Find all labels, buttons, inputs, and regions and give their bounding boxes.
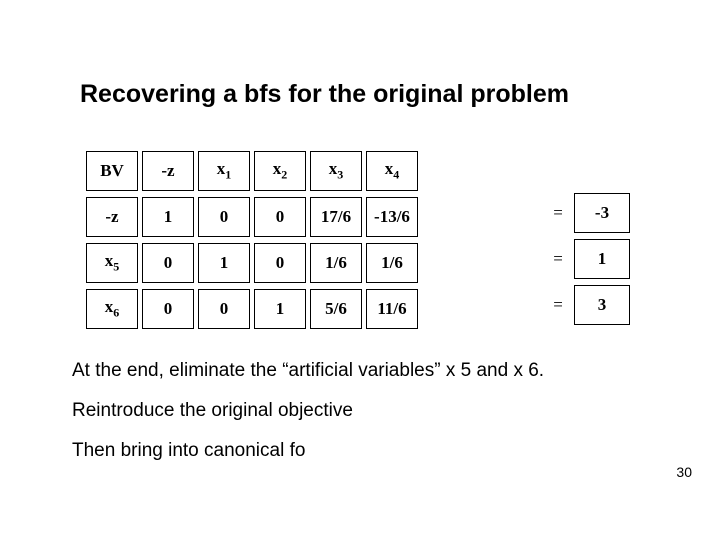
cell: 17/6 (310, 197, 362, 237)
rhs-row-z: = -3 (546, 193, 630, 233)
cell: 1 (142, 197, 194, 237)
cell: 1 (198, 243, 250, 283)
rhs-row-x5: = 1 (546, 239, 630, 279)
cell: 5/6 (310, 289, 362, 329)
rhs-column: = -3 = 1 = 3 (542, 145, 634, 331)
cell-bv-z: -z (86, 197, 138, 237)
header-bv: BV (86, 151, 138, 191)
cell: 0 (198, 289, 250, 329)
equals-sign: = (546, 239, 570, 279)
header-neg-z: -z (142, 151, 194, 191)
cell: -13/6 (366, 197, 418, 237)
cell: 0 (198, 197, 250, 237)
cell: 0 (254, 197, 306, 237)
header-x2: x2 (254, 151, 306, 191)
body-line-2: Reintroduce the original objective (72, 400, 353, 422)
tableau-row-x6: x6 0 0 1 5/6 11/6 (86, 289, 418, 329)
equals-sign: = (546, 285, 570, 325)
tableau-header-row: BV -z x1 x2 x3 x4 (86, 151, 418, 191)
cell: 0 (142, 243, 194, 283)
tableau-row-z: -z 1 0 0 17/6 -13/6 (86, 197, 418, 237)
simplex-tableau: BV -z x1 x2 x3 x4 -z 1 0 0 17/6 -13/6 x5… (82, 145, 422, 335)
cell: 11/6 (366, 289, 418, 329)
body-line-1: At the end, eliminate the “artificial va… (72, 360, 544, 382)
cell-bv-x5: x5 (86, 243, 138, 283)
rhs-value: -3 (574, 193, 630, 233)
cell: 1/6 (310, 243, 362, 283)
tableau-area: BV -z x1 x2 x3 x4 -z 1 0 0 17/6 -13/6 x5… (82, 145, 634, 335)
cell: 0 (142, 289, 194, 329)
equals-sign: = (546, 193, 570, 233)
rhs-value: 1 (574, 239, 630, 279)
rhs-row-x6: = 3 (546, 285, 630, 325)
header-x4: x4 (366, 151, 418, 191)
cell-bv-x6: x6 (86, 289, 138, 329)
header-x1: x1 (198, 151, 250, 191)
cell: 1 (254, 289, 306, 329)
tableau-row-x5: x5 0 1 0 1/6 1/6 (86, 243, 418, 283)
slide-title: Recovering a bfs for the original proble… (80, 80, 569, 109)
header-x3: x3 (310, 151, 362, 191)
page-number: 30 (676, 464, 692, 480)
rhs-value: 3 (574, 285, 630, 325)
body-line-3: Then bring into canonical fo (72, 440, 305, 462)
cell: 0 (254, 243, 306, 283)
cell: 1/6 (366, 243, 418, 283)
slide: Recovering a bfs for the original proble… (0, 0, 720, 540)
